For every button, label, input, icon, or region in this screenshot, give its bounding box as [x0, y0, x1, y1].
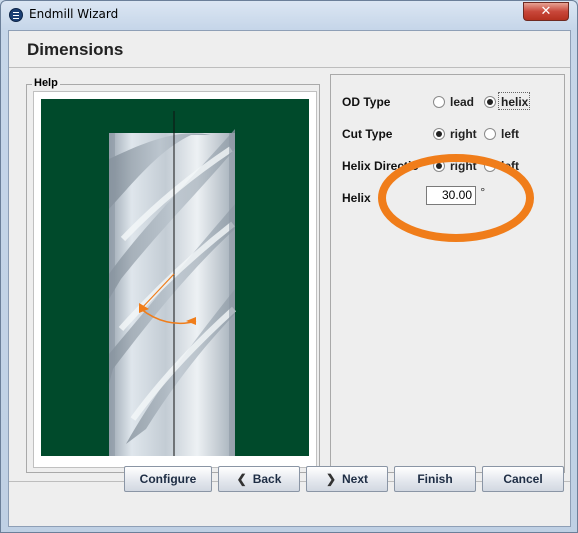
next-button[interactable]: ❯ Next [306, 466, 388, 492]
cut-type-right-radio[interactable] [433, 128, 445, 140]
od-type-helix-radio[interactable] [484, 96, 496, 108]
od-type-lead-radio[interactable] [433, 96, 445, 108]
cut-type-left-label[interactable]: left [501, 127, 519, 141]
header-divider [9, 67, 570, 68]
cut-type-left-radio[interactable] [484, 128, 496, 140]
close-button[interactable]: ✕ [523, 2, 569, 21]
page-title: Dimensions [27, 40, 124, 59]
help-legend: Help [32, 77, 60, 89]
helix-direction-label: Helix Directio [342, 159, 419, 173]
endmill-illustration [41, 99, 309, 456]
helix-direction-right-label[interactable]: right [450, 159, 477, 173]
helix-angle-input[interactable]: 30.00 [426, 186, 476, 205]
cut-type-right-label[interactable]: right [450, 127, 477, 141]
od-type-label: OD Type [342, 95, 391, 109]
finish-button[interactable]: Finish [394, 466, 476, 492]
cut-type-label: Cut Type [342, 127, 393, 141]
window-title: Endmill Wizard [29, 7, 119, 21]
back-label: Back [252, 472, 282, 486]
chevron-right-icon: ❯ [325, 472, 337, 486]
window-frame: Endmill Wizard ✕ Dimensions Help [0, 0, 578, 533]
chevron-left-icon: ❮ [236, 472, 247, 486]
helix-label: Helix [342, 191, 371, 205]
cancel-label: Cancel [503, 472, 543, 486]
helix-direction-left-radio[interactable] [484, 160, 496, 172]
configure-label: Configure [139, 472, 197, 486]
configure-button[interactable]: Configure [124, 466, 212, 492]
back-button[interactable]: ❮ Back [218, 466, 300, 492]
help-image [33, 91, 317, 468]
page-header: Dimensions [9, 31, 570, 67]
helix-unit: ° [480, 186, 486, 199]
next-label: Next [342, 472, 369, 486]
finish-label: Finish [417, 472, 453, 486]
helix-direction-left-label[interactable]: left [501, 159, 519, 173]
app-icon [9, 8, 23, 22]
od-type-helix-label[interactable]: helix [501, 95, 528, 109]
title-bar[interactable]: Endmill Wizard ✕ [1, 1, 577, 29]
helix-direction-right-radio[interactable] [433, 160, 445, 172]
cancel-button[interactable]: Cancel [482, 466, 564, 492]
od-type-lead-label[interactable]: lead [450, 95, 474, 109]
